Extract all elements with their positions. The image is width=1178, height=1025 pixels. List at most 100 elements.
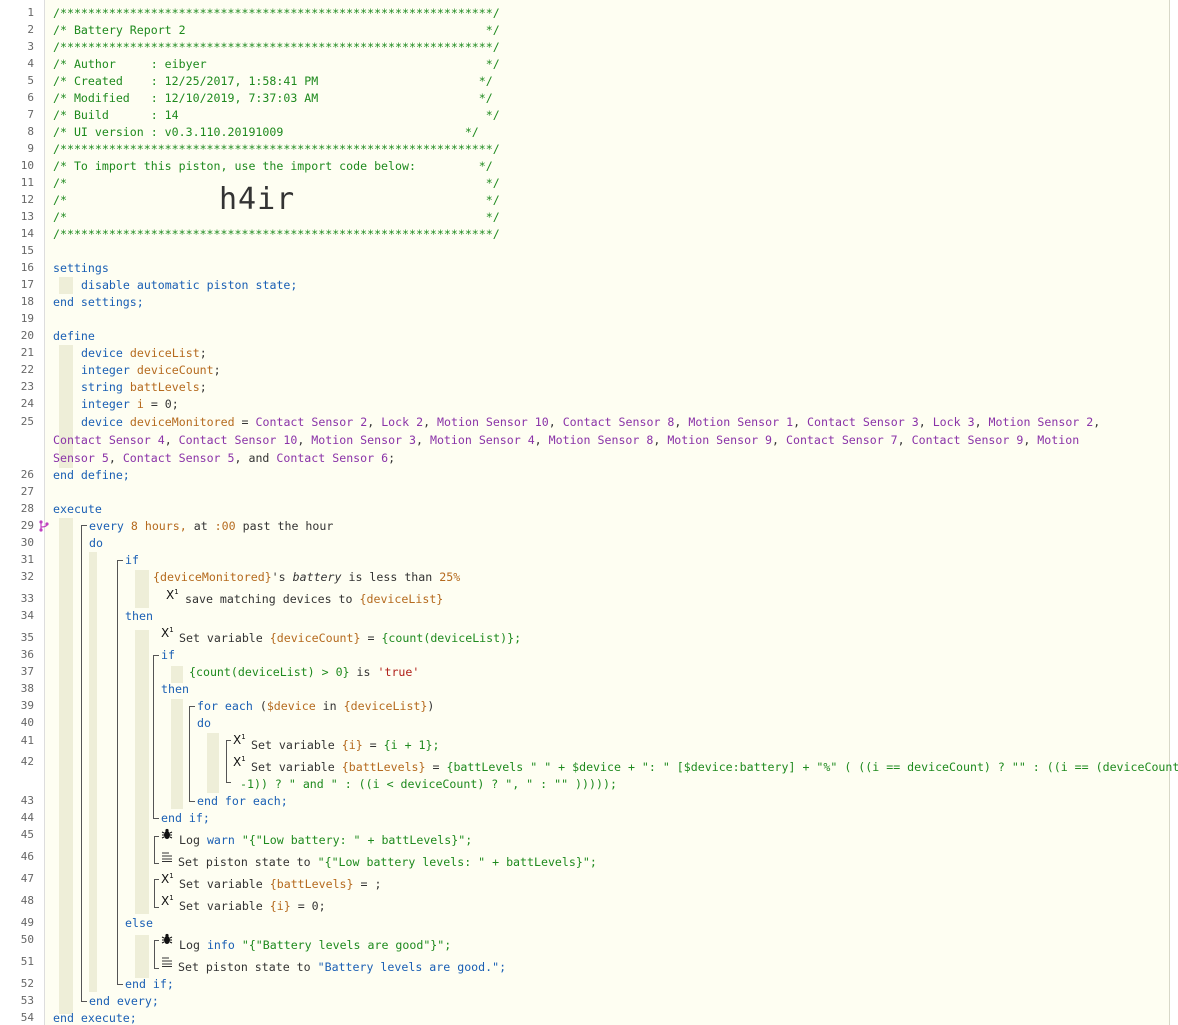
indent-band — [171, 699, 183, 809]
define-keyword[interactable]: define — [53, 329, 95, 343]
if-keyword[interactable]: if — [125, 553, 139, 567]
define-end: end define; — [53, 468, 130, 482]
line-number: 12 — [20, 193, 34, 206]
line-number: 20 — [20, 329, 34, 342]
block-bracket — [154, 879, 159, 880]
comment-rule: /***************************************… — [53, 6, 500, 20]
end-for-each: end for each; — [197, 794, 288, 808]
block-bracket — [154, 907, 159, 908]
set-devicecount-statement[interactable]: Set variable {deviceCount} = {count(devi… — [179, 631, 521, 645]
var-decl-devicemonitored[interactable]: device deviceMonitored = Contact Sensor … — [81, 415, 1100, 429]
reset-i-statement[interactable]: Set variable {i} = 0; — [179, 899, 326, 913]
if2-keyword[interactable]: if — [161, 648, 175, 662]
line-number: 47 — [20, 872, 34, 885]
line-number: 52 — [20, 977, 34, 990]
line-number: 51 — [20, 955, 34, 968]
line-number: 22 — [20, 363, 34, 376]
settings-end: end settings; — [53, 295, 144, 309]
line-number: 35 — [20, 631, 34, 644]
line-number: 48 — [20, 894, 34, 907]
line-number: 43 — [20, 794, 34, 807]
indent-band — [135, 935, 149, 978]
line-number: 37 — [20, 665, 34, 678]
line-number: 15 — [20, 244, 34, 257]
line-number: 27 — [20, 485, 34, 498]
block-bracket — [154, 836, 155, 863]
set-battlevels-statement[interactable]: Set variable {battLevels} = {battLevels … — [251, 760, 1178, 774]
indent-band — [135, 630, 149, 914]
comment-rule: /***************************************… — [53, 40, 500, 54]
device-list-cont: Sensor 5, Contact Sensor 5, and Contact … — [53, 451, 396, 465]
line-number: 38 — [20, 682, 34, 695]
comment-title: /* Battery Report 2 */ — [53, 23, 500, 37]
line-number: 29 — [20, 519, 34, 532]
line-number: 25 — [20, 415, 34, 428]
bug-icon — [161, 933, 173, 944]
condition-count[interactable]: {count(deviceList) > 0} is 'true' — [189, 665, 419, 679]
comment-author: /* Author : eibyer */ — [53, 57, 500, 71]
line-number: 42 — [20, 755, 34, 768]
comment-rule: /***************************************… — [53, 227, 500, 241]
set-state-low-statement[interactable]: Set piston state to "{"Low battery level… — [178, 855, 597, 869]
var-decl-i[interactable]: integer i = 0; — [81, 397, 179, 411]
line-number: 50 — [20, 933, 34, 946]
import-code[interactable]: h4ir — [217, 182, 302, 217]
condition-battery[interactable]: {deviceMonitored}'s battery is less than… — [153, 570, 460, 584]
line-number: 11 — [20, 176, 34, 189]
block-bracket — [117, 560, 123, 561]
do-keyword: do — [89, 536, 103, 550]
line-number: 16 — [20, 261, 34, 274]
block-bracket — [153, 655, 159, 656]
log-warn-statement[interactable]: Log warn "{"Low battery: " + battLevels}… — [179, 833, 472, 847]
block-bracket — [154, 940, 159, 941]
block-bracket — [226, 740, 227, 782]
comment-build: /* Build : 14 */ — [53, 108, 500, 122]
block-bracket — [117, 984, 123, 985]
line-number: 31 — [20, 553, 34, 566]
line-number: 23 — [20, 380, 34, 393]
line-number: 2 — [27, 23, 34, 36]
comment-ui-version: /* UI version : v0.3.110.20191009 */ — [53, 125, 479, 139]
indent-band — [171, 666, 183, 683]
line-number: 28 — [20, 502, 34, 515]
set-state-good-statement[interactable]: Set piston state to "Battery levels are … — [178, 960, 506, 974]
line-number: 21 — [20, 346, 34, 359]
settings-option[interactable]: disable automatic piston state; — [81, 278, 297, 292]
execute-keyword[interactable]: execute — [53, 502, 102, 516]
line-number: 49 — [20, 916, 34, 929]
block-bracket — [81, 1001, 87, 1002]
text-lines-icon — [162, 957, 172, 967]
trigger-icon[interactable] — [38, 520, 50, 532]
reset-battlevels-statement[interactable]: Set variable {battLevels} = ; — [179, 877, 381, 891]
do2-keyword: do — [197, 716, 211, 730]
variable-icon: X1 — [233, 733, 246, 747]
indent-band — [59, 277, 73, 294]
block-bracket — [154, 863, 159, 864]
block-bracket — [117, 560, 118, 984]
line-number: 53 — [20, 994, 34, 1007]
log-info-statement[interactable]: Log info "{"Battery levels are good"}"; — [179, 938, 451, 952]
block-bracket — [153, 655, 154, 818]
piston-code-editor: 1 2 3 4 5 6 7 8 9 10 11 12 13 14 15 16 17 18 19 20 21 22 23 24 2… — [0, 0, 1178, 1025]
settings-keyword[interactable]: settings — [53, 261, 109, 275]
line-number: 6 — [27, 91, 34, 104]
every-statement[interactable]: every 8 hours, at :00 past the hour — [89, 519, 333, 533]
device-list-cont: Contact Sensor 4, Contact Sensor 10, Mot… — [53, 433, 1080, 447]
text-lines-icon — [162, 852, 172, 862]
block-bracket — [226, 740, 231, 741]
comment-rule: /***************************************… — [53, 142, 500, 156]
line-number: 34 — [20, 609, 34, 622]
line-number: 26 — [20, 468, 34, 481]
line-number: 39 — [20, 699, 34, 712]
for-each-statement[interactable]: for each ($device in {deviceList}) — [197, 699, 434, 713]
set-i-statement[interactable]: Set variable {i} = {i + 1}; — [251, 738, 440, 752]
line-number-gutter: 1 2 3 4 5 6 7 8 9 10 11 12 13 14 15 16 17 18 19 20 21 22 23 24 2… — [0, 0, 45, 1025]
var-decl-battlevels[interactable]: string battLevels; — [81, 380, 207, 394]
var-decl-devicelist[interactable]: device deviceList; — [81, 346, 207, 360]
var-decl-devicecount[interactable]: integer deviceCount; — [81, 363, 221, 377]
indent-band — [89, 552, 97, 992]
line-number: 3 — [27, 40, 34, 53]
line-number: 14 — [20, 227, 34, 240]
block-bracket — [154, 879, 155, 907]
save-matching-devices[interactable]: save matching devices to {deviceList} — [185, 592, 443, 606]
